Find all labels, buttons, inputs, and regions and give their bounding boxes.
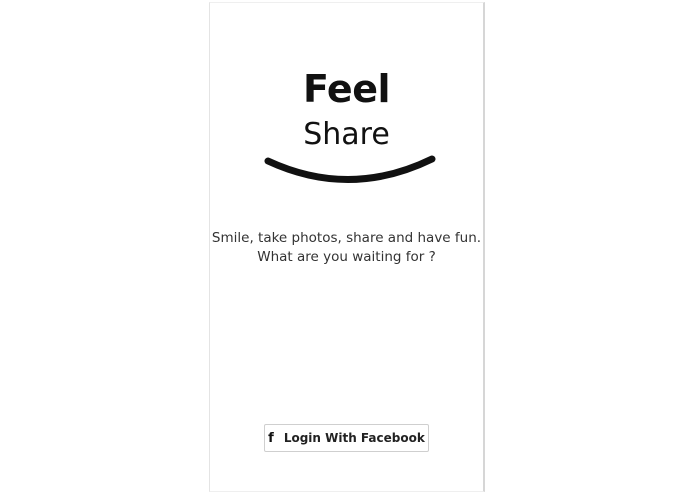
page-background: Feel Share Smile, take photos, share and… [0, 0, 695, 494]
smile-icon [264, 155, 436, 183]
app-title-share: Share [303, 117, 390, 152]
facebook-icon: f [268, 430, 274, 446]
login-button-label: Login With Facebook [283, 431, 425, 445]
tagline: Smile, take photos, share and have fun. … [210, 229, 483, 267]
tagline-line-1: Smile, take photos, share and have fun. [211, 230, 482, 246]
login-with-facebook-button[interactable]: f Login With Facebook [264, 424, 429, 452]
app-title-feel: Feel [303, 67, 391, 111]
tagline-line-2: What are you waiting for ? [257, 249, 436, 265]
app-screen: Feel Share Smile, take photos, share and… [209, 2, 485, 492]
